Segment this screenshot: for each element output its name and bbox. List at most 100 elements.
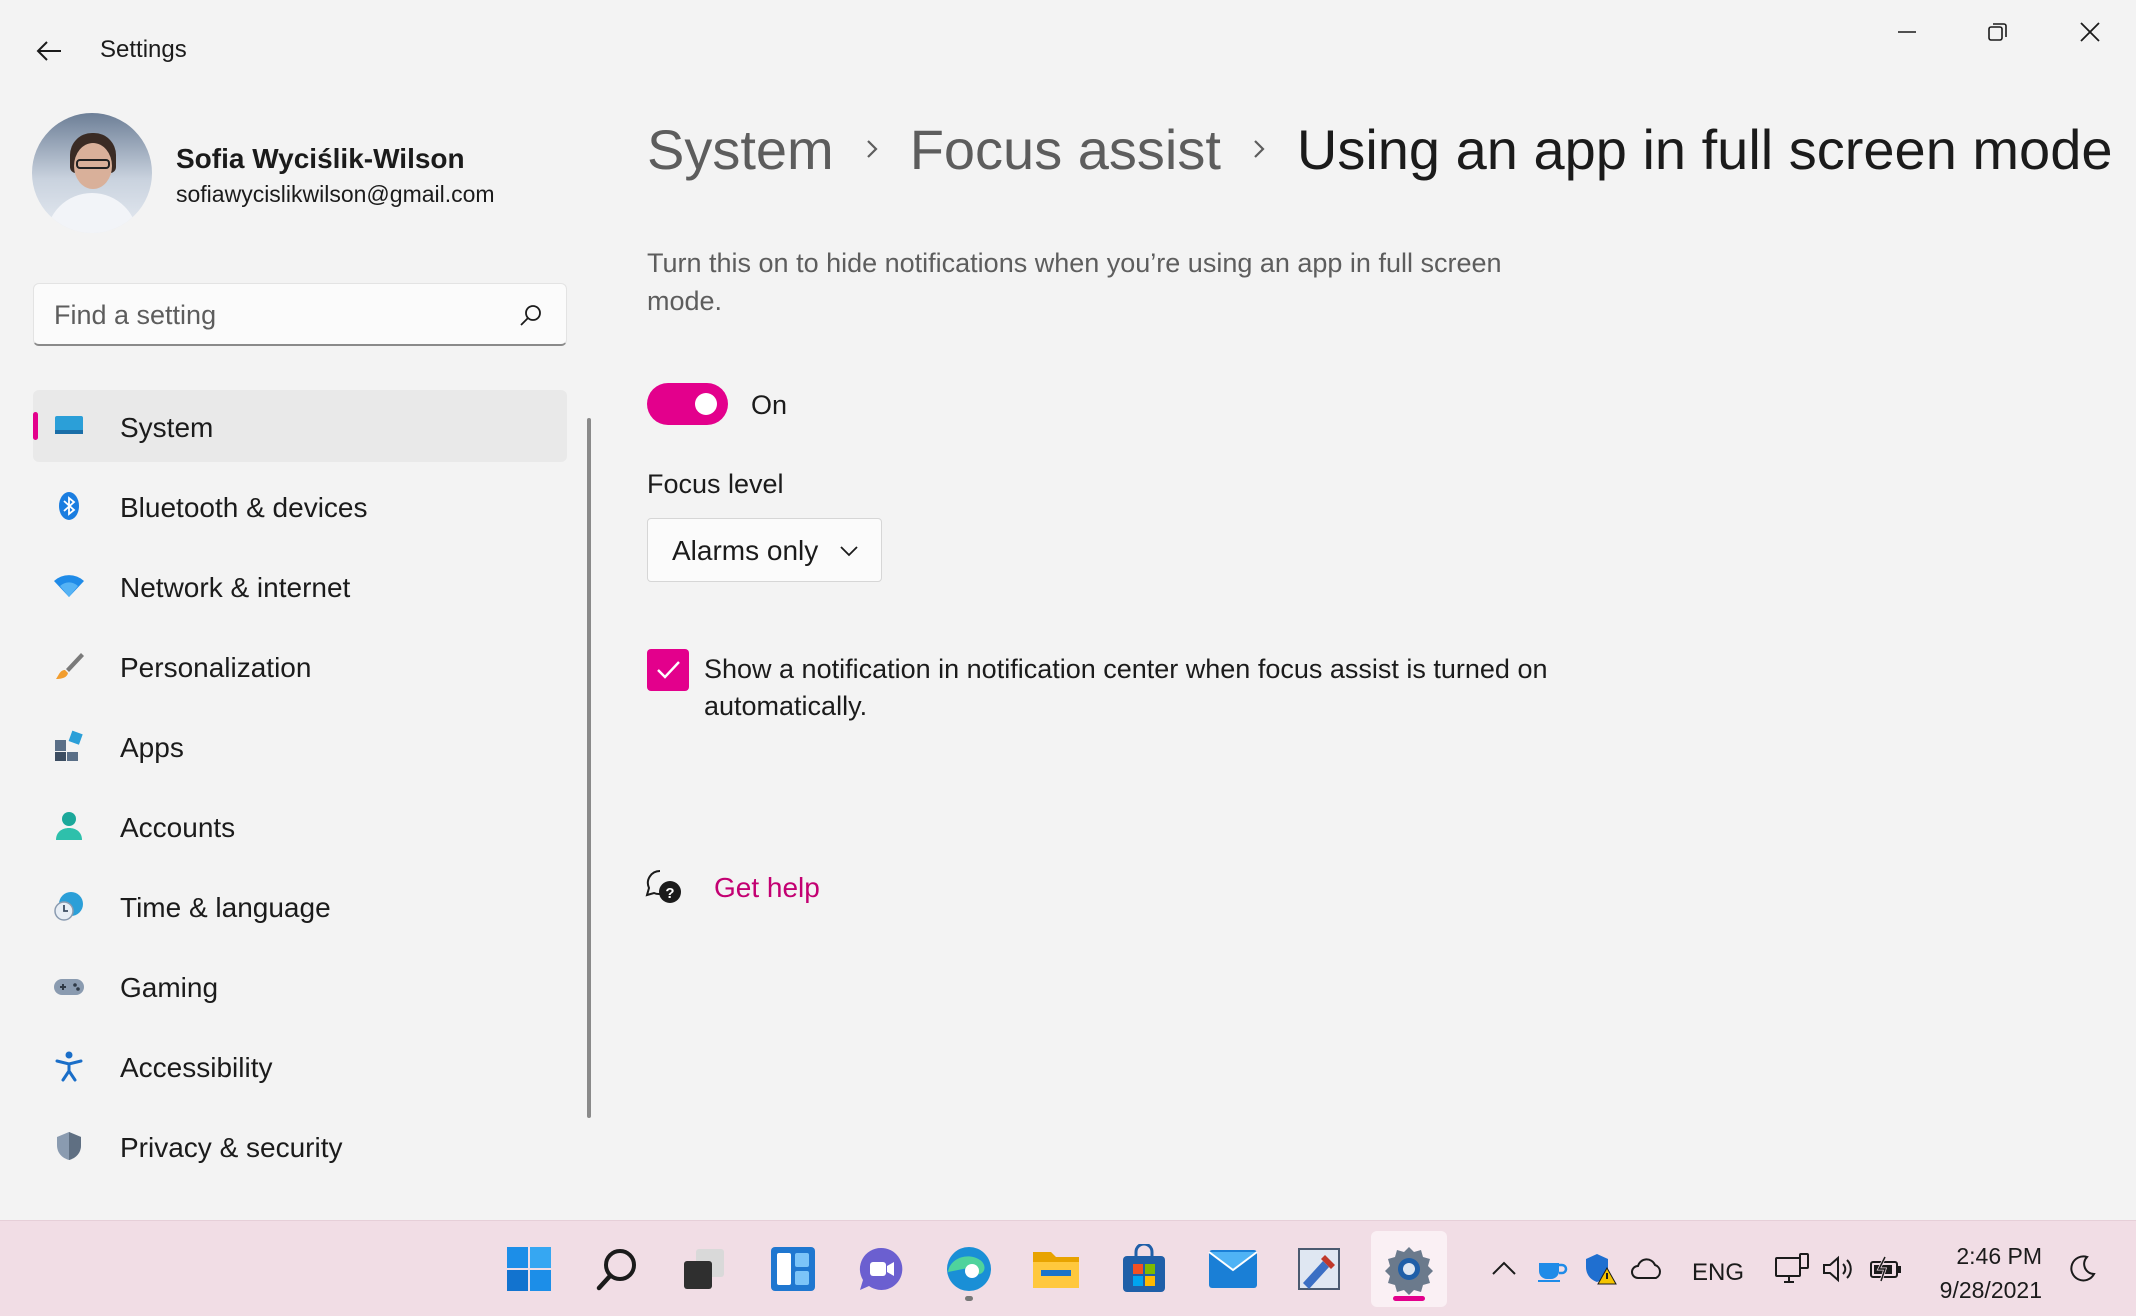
minimize-button[interactable]: [1872, 12, 1942, 52]
avatar-body: [46, 193, 138, 233]
show-hidden-icons-button[interactable]: [1484, 1249, 1524, 1289]
system-display-icon: [55, 416, 83, 434]
notification-checkbox[interactable]: [647, 649, 689, 691]
sidebar-item-accounts[interactable]: Accounts: [33, 790, 567, 862]
taskbar-search-button[interactable]: [580, 1231, 656, 1307]
edge-button[interactable]: [931, 1231, 1007, 1307]
active-app-indicator: [1393, 1296, 1425, 1301]
cloud-icon: [1631, 1258, 1661, 1279]
task-view-icon: [684, 1249, 724, 1289]
sidebar-item-gaming[interactable]: Gaming: [33, 950, 567, 1022]
sidebar-item-label: Accounts: [120, 812, 236, 843]
start-icon: [507, 1247, 551, 1291]
apps-icon: [55, 730, 83, 761]
mail-button[interactable]: [1195, 1231, 1271, 1307]
sidebar-item-label: Time & language: [120, 892, 331, 923]
full-screen-toggle[interactable]: [647, 383, 728, 425]
onedrive-button[interactable]: [1627, 1249, 1667, 1289]
accessibility-icon: [55, 1051, 83, 1082]
edge-icon: [947, 1247, 991, 1291]
shield-icon: [57, 1132, 81, 1160]
title-bar: Settings: [0, 0, 2136, 100]
sidebar-nav: System Bluetooth & devices Network & int…: [33, 390, 567, 1190]
microsoft-store-button[interactable]: [1106, 1231, 1182, 1307]
search-icon[interactable]: [516, 301, 546, 331]
taskbar: ENG 2:46 PM 9/28/2021: [0, 1220, 2136, 1316]
moon-focus-icon: [2070, 1255, 2096, 1282]
sidebar-item-accessibility[interactable]: Accessibility: [33, 1030, 567, 1102]
focus-level-value: Alarms only: [672, 535, 819, 566]
sidebar-item-label: Apps: [120, 732, 184, 763]
sidebar-item-label: Bluetooth & devices: [120, 492, 368, 523]
sidebar-item-privacy-security[interactable]: Privacy & security: [33, 1110, 567, 1182]
widgets-button[interactable]: [755, 1231, 831, 1307]
chevron-right-icon: [1221, 137, 1297, 161]
start-button[interactable]: [491, 1231, 567, 1307]
restore-button[interactable]: [1963, 12, 2033, 52]
search-input[interactable]: [54, 296, 514, 334]
sidebar-item-label: System: [120, 412, 214, 443]
close-button[interactable]: [2055, 12, 2125, 52]
wifi-icon: [54, 575, 84, 597]
notification-checkbox-label[interactable]: Show a notification in notification cent…: [704, 651, 1584, 725]
sidebar-item-personalization[interactable]: Personalization: [33, 630, 567, 702]
clock-globe-icon: [54, 892, 83, 921]
tray-app-button[interactable]: [1532, 1249, 1572, 1289]
file-explorer-icon: [1033, 1252, 1079, 1288]
bluetooth-icon: [59, 492, 79, 520]
user-name: Sofia Wyciślik-Wilson: [176, 143, 465, 174]
teams-chat-button[interactable]: [843, 1231, 919, 1307]
toggle-knob: [695, 393, 717, 415]
teams-chat-icon: [859, 1247, 903, 1290]
taskbar-clock[interactable]: 2:46 PM 9/28/2021: [1930, 1239, 2042, 1307]
sidebar-item-system[interactable]: System: [33, 390, 567, 462]
focus-level-dropdown[interactable]: Alarms only: [647, 518, 882, 582]
breadcrumb-focus-assist[interactable]: Focus assist: [910, 117, 1221, 182]
search-box[interactable]: [33, 283, 567, 346]
chevron-right-icon: [834, 137, 910, 161]
sidebar-item-time-language[interactable]: Time & language: [33, 870, 567, 942]
app-title: Settings: [100, 36, 187, 63]
notification-center-button[interactable]: [2062, 1249, 2102, 1289]
running-indicator: [965, 1296, 973, 1301]
battery-button[interactable]: [1867, 1249, 1907, 1289]
get-help-link[interactable]: Get help: [714, 872, 820, 904]
sidebar-item-label: Network & internet: [120, 572, 351, 603]
sidebar-item-label: Accessibility: [120, 1052, 273, 1083]
chevron-up-icon: [1492, 1261, 1516, 1275]
breadcrumb-system[interactable]: System: [647, 117, 834, 182]
avatar[interactable]: [32, 113, 152, 233]
get-help-icon: ?: [645, 869, 681, 903]
user-email: sofiawycislikwilson@gmail.com: [176, 181, 495, 207]
close-icon: [2080, 22, 2100, 42]
input-language-indicator[interactable]: ENG: [1692, 1259, 1744, 1287]
task-view-button[interactable]: [666, 1231, 742, 1307]
speaker-icon: [1823, 1255, 1852, 1283]
svg-text:?: ?: [665, 885, 674, 902]
gamepad-icon: [54, 979, 84, 995]
toggle-state-label: On: [751, 390, 788, 420]
person-icon: [56, 812, 82, 840]
search-icon: [596, 1249, 636, 1291]
widgets-icon: [771, 1247, 815, 1291]
clock-time: 2:46 PM: [1956, 1243, 2042, 1269]
network-computer-icon: [1775, 1253, 1809, 1283]
sidebar-item-bluetooth[interactable]: Bluetooth & devices: [33, 470, 567, 542]
network-status-button[interactable]: [1772, 1249, 1812, 1289]
windows-security-button[interactable]: [1580, 1249, 1620, 1289]
settings-button[interactable]: [1371, 1231, 1447, 1307]
security-warning-icon: [1586, 1254, 1617, 1285]
avatar-glasses: [76, 159, 110, 169]
checkmark-icon: [657, 661, 680, 679]
sidebar-scrollbar[interactable]: [587, 418, 591, 1118]
battery-charging-icon: [1870, 1256, 1901, 1282]
paint-icon: [1298, 1248, 1340, 1290]
back-button[interactable]: [26, 28, 72, 74]
sidebar-item-apps[interactable]: Apps: [33, 710, 567, 782]
paint-button[interactable]: [1281, 1231, 1357, 1307]
file-explorer-button[interactable]: [1018, 1231, 1094, 1307]
chevron-down-icon: [840, 546, 858, 557]
sidebar-item-network[interactable]: Network & internet: [33, 550, 567, 622]
volume-button[interactable]: [1818, 1249, 1858, 1289]
mail-icon: [1208, 1250, 1258, 1288]
